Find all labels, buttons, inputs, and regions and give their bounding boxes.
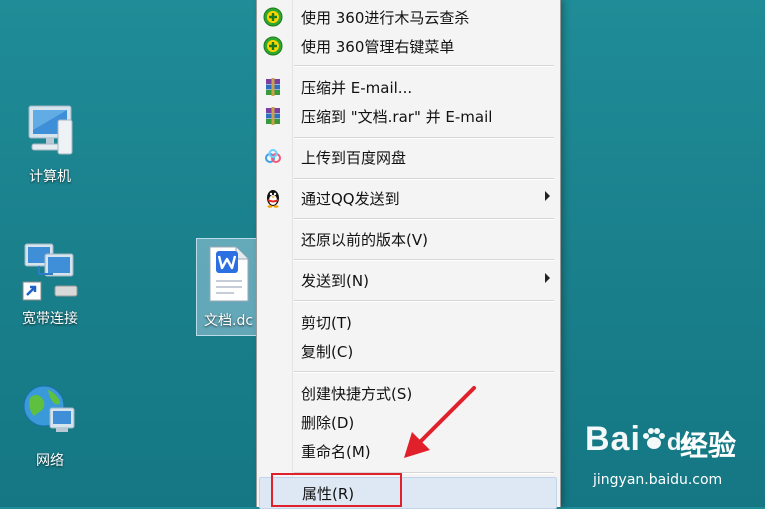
file-label: 文档.dc xyxy=(204,313,254,329)
menu-item-qq-send[interactable]: 通过QQ发送到 xyxy=(257,183,560,213)
menu-separator xyxy=(294,300,554,302)
baidu-netdisk-icon xyxy=(265,149,281,163)
submenu-arrow-icon xyxy=(545,273,550,283)
menu-item-send-to[interactable]: 发送到(N) xyxy=(257,265,560,295)
menu-item-label: 重命名(M) xyxy=(301,443,371,461)
network-globe-icon xyxy=(23,385,75,432)
desktop-icon-network[interactable]: 网络 xyxy=(10,380,90,470)
annotation-highlight-box xyxy=(271,473,402,507)
menu-separator xyxy=(294,178,554,180)
winrar-icon xyxy=(266,78,280,96)
menu-separator xyxy=(294,259,554,261)
360-shield-icon xyxy=(263,7,283,27)
menu-item-label: 压缩到 "文档.rar" 并 E-mail xyxy=(301,108,493,126)
menu-item-compress-rar-email[interactable]: 压缩到 "文档.rar" 并 E-mail xyxy=(257,101,560,131)
desktop-icon-broadband[interactable]: 宽带连接 xyxy=(10,240,90,328)
menu-separator xyxy=(294,371,554,373)
menu-item-delete[interactable]: 删除(D) xyxy=(257,407,560,437)
desktop-icon-label: 宽带连接 xyxy=(22,311,78,327)
menu-item-label: 删除(D) xyxy=(301,414,355,432)
menu-item-label: 复制(C) xyxy=(301,343,354,361)
menu-item-create-shortcut[interactable]: 创建快捷方式(S) xyxy=(257,378,560,408)
360-shield-icon xyxy=(263,36,283,56)
qq-penguin-icon xyxy=(267,190,279,208)
computer-icon xyxy=(28,105,73,155)
menu-item-baidu-upload[interactable]: 上传到百度网盘 xyxy=(257,142,560,172)
menu-item-label: 通过QQ发送到 xyxy=(301,190,400,208)
menu-separator xyxy=(294,65,554,67)
menu-item-cut[interactable]: 剪切(T) xyxy=(257,307,560,337)
watermark-brand-text: Bai xyxy=(585,420,641,458)
menu-separator xyxy=(294,218,554,220)
menu-item-restore-versions[interactable]: 还原以前的版本(V) xyxy=(257,224,560,254)
network-connection-icon xyxy=(22,243,78,301)
menu-separator xyxy=(294,137,554,139)
context-menu: 使用 360进行木马云查杀 使用 360管理右键菜单 压缩并 E-mail...… xyxy=(256,0,561,509)
menu-item-label: 发送到(N) xyxy=(301,272,369,290)
winrar-icon xyxy=(266,107,280,125)
selected-document-file[interactable]: 文档.dc xyxy=(196,238,260,336)
desktop-icon-label: 网络 xyxy=(36,453,64,469)
menu-item-label: 还原以前的版本(V) xyxy=(301,231,428,249)
menu-item-360-scan[interactable]: 使用 360进行木马云查杀 xyxy=(257,2,560,32)
menu-item-label: 使用 360管理右键菜单 xyxy=(301,38,455,56)
desktop-icon-label: 计算机 xyxy=(29,169,71,185)
menu-item-label: 剪切(T) xyxy=(301,314,352,332)
wps-document-icon xyxy=(209,246,249,302)
submenu-arrow-icon xyxy=(545,191,550,201)
watermark-cn: 经验 xyxy=(680,429,737,462)
menu-item-360-manage[interactable]: 使用 360管理右键菜单 xyxy=(257,31,560,61)
menu-item-label: 上传到百度网盘 xyxy=(301,149,407,167)
paw-icon xyxy=(642,428,665,449)
menu-item-label: 压缩并 E-mail... xyxy=(301,79,413,97)
menu-item-label: 创建快捷方式(S) xyxy=(301,385,413,403)
menu-item-rename[interactable]: 重命名(M) xyxy=(257,436,560,466)
menu-item-label: 使用 360进行木马云查杀 xyxy=(301,9,470,27)
desktop-icon-computer[interactable]: 计算机 xyxy=(10,100,90,186)
menu-item-copy[interactable]: 复制(C) xyxy=(257,336,560,366)
menu-item-compress-email[interactable]: 压缩并 E-mail... xyxy=(257,72,560,102)
watermark-url: jingyan.baidu.com xyxy=(593,472,723,488)
